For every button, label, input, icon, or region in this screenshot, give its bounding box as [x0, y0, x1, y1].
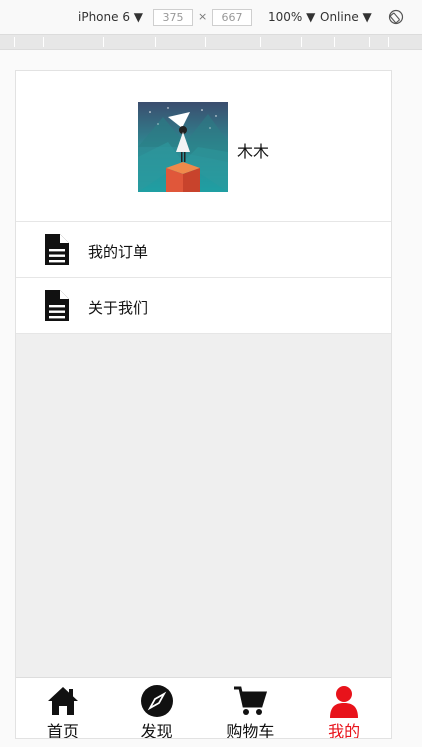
tab-label: 我的 [328, 722, 361, 739]
mobile-viewport: 木木 我的订单 关于我们 首页 发现 购物车 我的 [15, 70, 392, 739]
menu-item-label: 关于我们 [88, 299, 149, 317]
zoom-select[interactable]: 100% ▼ [268, 10, 315, 24]
tab-home[interactable]: 首页 [16, 678, 110, 739]
cart-icon [234, 686, 268, 715]
device-ruler [0, 34, 422, 50]
tab-cart[interactable]: 购物车 [204, 678, 298, 739]
avatar[interactable] [138, 102, 228, 192]
caret-down-icon: ▼ [306, 10, 316, 24]
document-icon [45, 290, 69, 321]
bottom-tab-bar: 首页 发现 购物车 我的 [16, 677, 391, 739]
menu-item-orders[interactable]: 我的订单 [16, 222, 391, 278]
home-icon [47, 687, 78, 715]
viewport-width-input[interactable]: 375 [153, 9, 193, 26]
compass-icon [140, 685, 173, 717]
tab-label: 发现 [140, 722, 173, 739]
devtools-toolbar: iPhone 6 ▼ 375 × 667 100% ▼ Online ▼ [0, 0, 422, 34]
viewport-height-input[interactable]: 667 [212, 9, 252, 26]
caret-down-icon: ▼ [133, 10, 144, 24]
times-icon: × [198, 10, 208, 23]
device-select[interactable]: iPhone 6 ▼ [78, 10, 143, 24]
caret-down-icon: ▼ [362, 10, 372, 24]
tab-discover[interactable]: 发现 [110, 678, 204, 739]
network-select[interactable]: Online ▼ [320, 10, 372, 24]
document-icon [45, 234, 69, 265]
tab-label: 购物车 [226, 722, 275, 739]
device-select-label: iPhone 6 [78, 10, 130, 24]
menu-item-label: 我的订单 [88, 243, 149, 261]
tab-mine[interactable]: 我的 [297, 678, 391, 739]
user-icon [330, 686, 359, 718]
tab-label: 首页 [46, 722, 79, 739]
zoom-select-label: 100% [268, 10, 303, 24]
menu-item-about[interactable]: 关于我们 [16, 278, 391, 334]
username: 木木 [237, 142, 270, 161]
profile-header: 木木 [16, 71, 391, 222]
rotate-icon[interactable] [388, 9, 404, 25]
network-select-label: Online [320, 10, 359, 24]
